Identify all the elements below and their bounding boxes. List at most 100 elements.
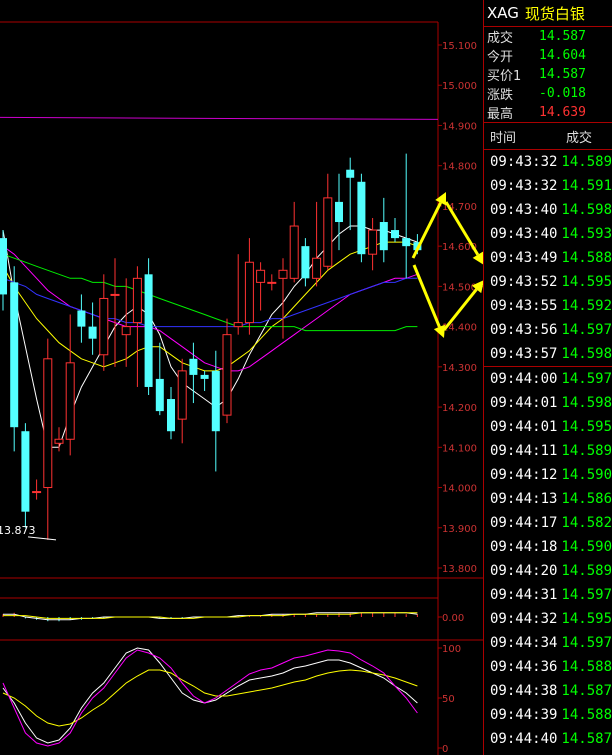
candle-body: [177, 370, 187, 420]
trade-row[interactable]: 09:43:56 14.597: [484, 318, 612, 342]
trade-row[interactable]: 09:44:18 14.590: [484, 535, 612, 559]
trade-time: 09:44:11: [490, 443, 558, 459]
candle-body: [278, 269, 288, 279]
trade-price: 14.589: [561, 443, 612, 459]
candle-body: [323, 197, 333, 267]
trade-time: 09:43:49: [490, 250, 558, 266]
quote-row: 成交 14.587: [484, 27, 612, 46]
quote-value: 14.587: [539, 67, 586, 82]
trade-row[interactable]: 09:44:13 14.586: [484, 487, 612, 511]
trade-price: 14.595: [561, 274, 612, 290]
trade-row[interactable]: 09:43:55 14.592: [484, 294, 612, 318]
trade-time: 09:44:31: [490, 587, 558, 603]
quote-label: 今开: [487, 50, 514, 65]
trade-row[interactable]: 09:44:11 14.589: [484, 439, 612, 463]
trade-row[interactable]: 09:44:01 14.598: [484, 391, 612, 415]
price-tick-label: 14.200: [442, 403, 477, 414]
trade-row[interactable]: 09:43:32 14.591: [484, 174, 612, 198]
trade-price: 14.592: [561, 298, 612, 314]
trade-list[interactable]: 09:43:32 14.589 09:43:32 14.591 09:43:40 14.5…: [484, 150, 612, 751]
price-tick-label: 15.100: [442, 41, 477, 52]
kdj-j-line: [2, 649, 418, 747]
candle-body: [167, 399, 175, 432]
trade-row[interactable]: 09:43:40 14.598: [484, 198, 612, 222]
quote-rows: 成交 14.587 今开 14.604 买价1 14.587 涨跌 -0.018 最高 14.63…: [484, 27, 612, 122]
moving-average-line: [2, 225, 418, 448]
quote-row: 最高 14.639: [484, 103, 612, 122]
trade-price: 14.589: [561, 563, 612, 579]
trade-price: 14.597: [561, 371, 612, 387]
trade-row[interactable]: 09:44:01 14.595: [484, 415, 612, 439]
candle-body: [110, 293, 120, 296]
candle-body: [121, 326, 131, 336]
trade-price: 14.598: [561, 202, 612, 218]
candle-body: [54, 438, 64, 444]
trade-row[interactable]: 09:44:32 14.595: [484, 607, 612, 631]
trade-price: 14.597: [561, 322, 612, 338]
trade-price: 14.586: [561, 491, 612, 507]
trade-row[interactable]: 09:43:49 14.588: [484, 246, 612, 270]
trade-row[interactable]: 09:44:40 14.587: [484, 727, 612, 751]
trade-time: 09:44:34: [490, 635, 558, 651]
moving-average-line: [2, 241, 418, 372]
macd-tick-label: 0.00: [442, 613, 464, 624]
trade-price: 14.587: [561, 683, 612, 699]
trade-row[interactable]: 09:44:34 14.597: [484, 631, 612, 655]
quote-value: -0.018: [539, 86, 586, 101]
trade-time: 09:44:01: [490, 395, 558, 411]
price-tick-label: 14.100: [442, 443, 477, 454]
candle-body: [402, 238, 411, 247]
trades-header: 时间 成交: [484, 122, 612, 150]
price-tick-label: 14.300: [442, 363, 477, 374]
candle-body: [379, 222, 388, 251]
price-tick-label: 13.800: [442, 564, 477, 575]
kdj-k-line: [2, 647, 418, 744]
trade-row[interactable]: 09:43:52 14.595: [484, 270, 612, 294]
quote-panel: XAG 现货白银 成交 14.587 今开 14.604 买价1 14.587 涨跌 -0.0…: [483, 0, 612, 755]
symbol-code: XAG: [487, 4, 519, 22]
trade-time: 09:44:20: [490, 563, 558, 579]
trade-row[interactable]: 09:44:12 14.590: [484, 463, 612, 487]
trade-row[interactable]: 09:44:17 14.582: [484, 511, 612, 535]
trade-row[interactable]: 09:43:57 14.598: [484, 342, 612, 366]
trade-row[interactable]: 09:44:38 14.587: [484, 679, 612, 703]
trade-row[interactable]: 09:43:40 14.593: [484, 222, 612, 246]
quote-label: 成交: [487, 31, 514, 46]
candle-body: [289, 225, 299, 279]
trade-price: 14.591: [561, 178, 612, 194]
trade-price: 14.589: [561, 154, 612, 170]
quote-row: 买价1 14.587: [484, 65, 612, 84]
trade-row[interactable]: 09:43:32 14.589: [484, 150, 612, 174]
quote-value: 14.639: [539, 105, 586, 120]
trade-time: 09:44:38: [490, 683, 558, 699]
trade-time: 09:43:40: [490, 226, 558, 242]
trade-time: 09:43:32: [490, 178, 558, 194]
trade-time: 09:43:40: [490, 202, 558, 218]
trade-row[interactable]: 09:44:39 14.588: [484, 703, 612, 727]
annotation-arrow-shaft: [411, 202, 442, 259]
trade-time: 09:44:00: [490, 371, 558, 387]
trade-row[interactable]: 09:44:31 14.597: [484, 583, 612, 607]
trade-row[interactable]: 09:44:36 14.588: [484, 655, 612, 679]
reference-line: [0, 116, 439, 120]
candle-body: [244, 261, 254, 324]
trade-price: 14.587: [561, 731, 612, 747]
low-annotation-line: [27, 536, 57, 541]
candle-body: [368, 229, 378, 255]
candle-body: [21, 431, 30, 512]
trade-time: 09:44:17: [490, 515, 558, 531]
candle-body: [222, 334, 232, 416]
trade-price: 14.598: [561, 346, 612, 362]
candle-body: [256, 269, 266, 283]
candle-body: [77, 310, 86, 327]
candle-body: [346, 169, 355, 178]
trade-row[interactable]: 09:44:00 14.597: [484, 366, 612, 391]
trade-time: 09:43:52: [490, 274, 558, 290]
trade-row[interactable]: 09:44:20 14.589: [484, 559, 612, 583]
candle-body: [65, 362, 75, 440]
quote-row: 涨跌 -0.018: [484, 84, 612, 103]
trade-price: 14.593: [561, 226, 612, 242]
trade-time: 09:43:57: [490, 346, 558, 362]
trade-price: 14.597: [561, 635, 612, 651]
trade-time: 09:44:01: [490, 419, 558, 435]
